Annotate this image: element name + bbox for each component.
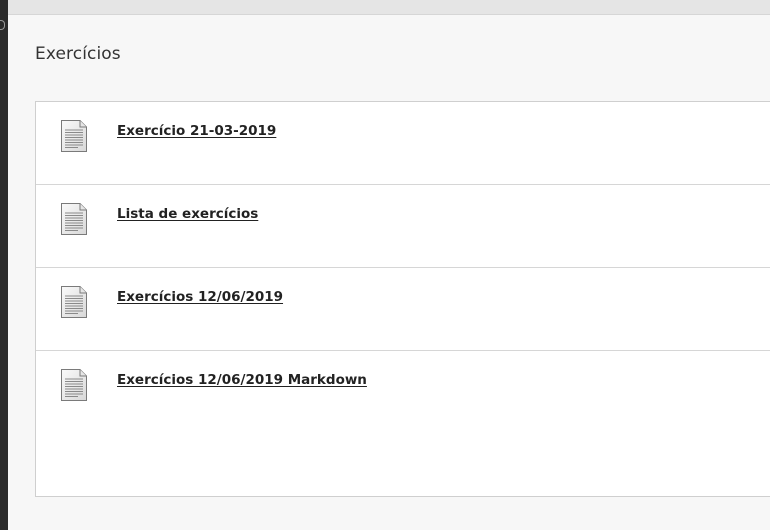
item-link[interactable]: Exercícios 12/06/2019 [117, 289, 283, 305]
content-item: Exercícios 12/06/2019 [36, 268, 770, 351]
document-icon [61, 369, 87, 401]
content-list: Exercício 21-03-2019 Lista de exercícios [35, 101, 770, 497]
top-bar [8, 0, 770, 15]
content-item: Lista de exercícios [36, 185, 770, 268]
item-link[interactable]: Exercícios 12/06/2019 Markdown [117, 372, 367, 388]
page-title: Exercícios [35, 44, 121, 64]
content-item: Exercício 21-03-2019 [36, 102, 770, 185]
document-icon [61, 203, 87, 235]
item-link[interactable]: Exercício 21-03-2019 [117, 123, 276, 139]
left-sidebar-rail [0, 0, 8, 530]
document-icon [61, 286, 87, 318]
collapse-handle-icon[interactable] [0, 20, 5, 30]
item-link[interactable]: Lista de exercícios [117, 206, 258, 222]
content-item: Exercícios 12/06/2019 Markdown [36, 351, 770, 496]
document-icon [61, 120, 87, 152]
